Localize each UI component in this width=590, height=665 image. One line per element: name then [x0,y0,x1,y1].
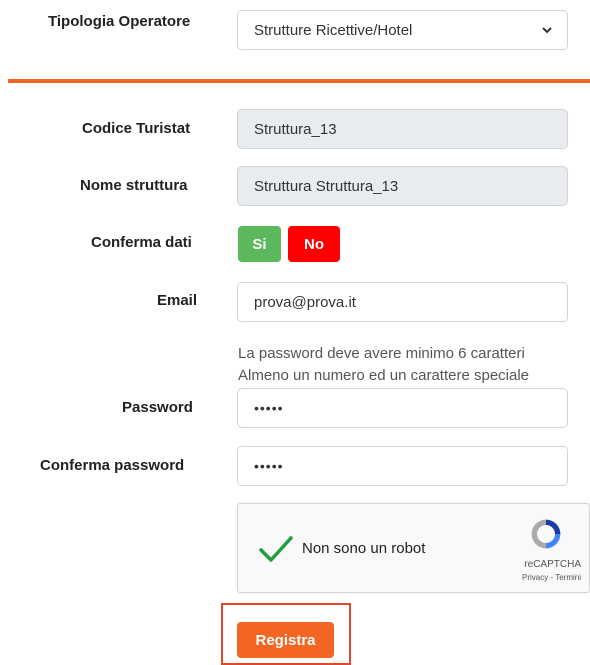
codice-turistat-field: Struttura_13 [237,109,568,149]
password-hint-line-2: Almeno un numero ed un carattere special… [238,367,530,384]
operator-type-value: Strutture Ricettive/Hotel [254,21,413,39]
conferma-password-label: Conferma password [40,457,185,474]
confirm-yes-button[interactable]: Si [238,226,281,262]
conferma-dati-label: Conferma dati [91,234,192,251]
codice-turistat-value: Struttura_13 [254,120,337,138]
operator-type-label: Tipologia Operatore [48,13,191,30]
recaptcha-widget: Non sono un robot reCAPTCHA Privacy - Te… [237,503,590,593]
email-label: Email [157,292,198,309]
checkmark-icon[interactable] [258,534,294,564]
section-divider [8,79,590,83]
recaptcha-brand: reCAPTCHA [524,559,581,570]
recaptcha-links[interactable]: Privacy - Termini [522,573,581,582]
codice-turistat-label: Codice Turistat [82,120,191,137]
password-field[interactable]: ••••• [237,388,568,428]
email-value: prova@prova.it [254,293,356,311]
nome-struttura-field: Struttura Struttura_13 [237,166,568,206]
email-field[interactable]: prova@prova.it [237,282,568,322]
nome-struttura-value: Struttura Struttura_13 [254,177,399,195]
password-hint-line-1: La password deve avere minimo 6 caratter… [238,345,525,362]
confirm-no-button[interactable]: No [288,226,340,262]
password-value: ••••• [254,400,284,416]
recaptcha-label: Non sono un robot [302,540,426,557]
password-label: Password [122,399,193,416]
conferma-password-value: ••••• [254,458,284,474]
register-button[interactable]: Registra [237,622,334,658]
conferma-password-field[interactable]: ••••• [237,446,568,486]
recaptcha-logo-icon [531,519,561,549]
chevron-down-icon [542,27,552,34]
nome-struttura-label: Nome struttura [80,177,188,194]
operator-type-select[interactable]: Strutture Ricettive/Hotel [237,10,568,50]
